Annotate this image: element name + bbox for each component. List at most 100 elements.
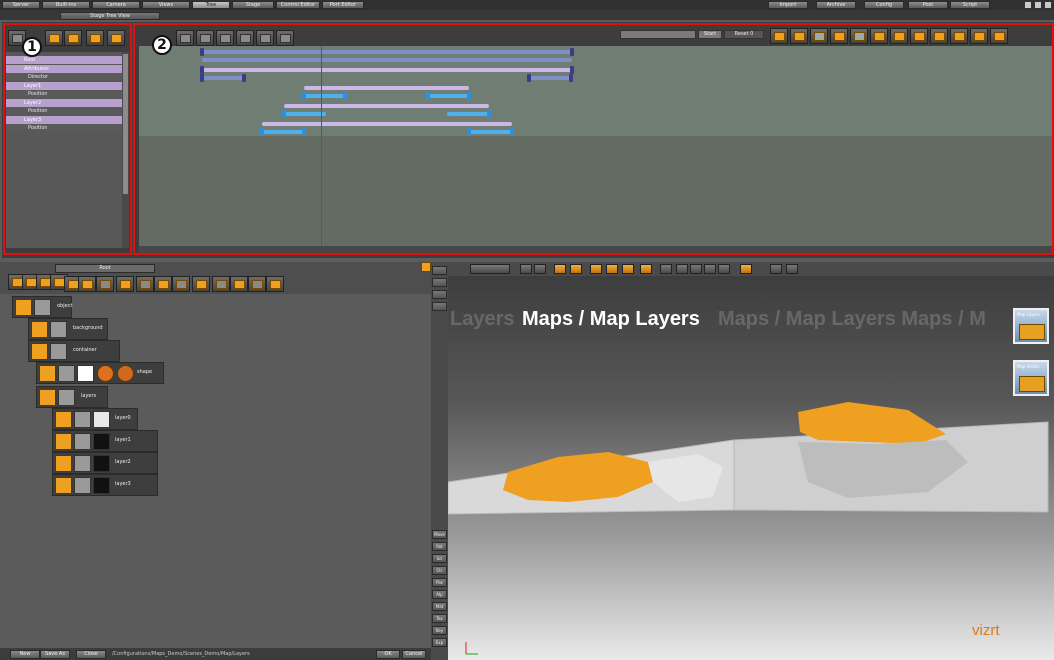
transform-icon	[74, 455, 91, 472]
render-tool-button-17[interactable]	[786, 264, 798, 274]
container-icon	[55, 477, 72, 494]
texture-icon	[93, 411, 110, 428]
texture-icon	[93, 433, 110, 450]
render-tool-button-14[interactable]	[718, 264, 730, 274]
menu-item-tree[interactable]: Tree	[192, 1, 230, 9]
render-tool-button-7[interactable]	[606, 264, 618, 274]
container-icon	[55, 411, 72, 428]
close-icon[interactable]	[1044, 1, 1052, 9]
scene-tool-button-14[interactable]	[230, 276, 248, 292]
ok-button[interactable]: OK	[376, 650, 400, 659]
side-tool-pos[interactable]: Pos	[432, 578, 447, 587]
render-tool-button-10[interactable]	[660, 264, 672, 274]
container-icon	[39, 365, 56, 382]
render-tool-button-12[interactable]	[690, 264, 702, 274]
texture-icon	[93, 455, 110, 472]
side-tool-top-4[interactable]	[432, 302, 447, 311]
stage-tab[interactable]: Stage Tree View	[60, 12, 160, 20]
scene-tool-button-16[interactable]	[266, 276, 284, 292]
menu-item-archive[interactable]: Archive	[816, 1, 856, 9]
scene-node-container[interactable]: container	[28, 340, 120, 362]
ghost-title-left: Layers	[450, 308, 515, 330]
scene-node-label: layers	[81, 393, 97, 399]
render-tool-button-6[interactable]	[590, 264, 602, 274]
scene-tool-button-7[interactable]	[96, 276, 114, 292]
render-tool-button-15[interactable]	[740, 264, 752, 274]
menu-item-server[interactable]: Server	[2, 1, 40, 9]
render-tool-button-11[interactable]	[676, 264, 688, 274]
scene-tool-button-12[interactable]	[192, 276, 210, 292]
highlight-box-stage-tree	[3, 23, 132, 255]
side-tool-top-3[interactable]	[432, 290, 447, 299]
side-tool-move[interactable]: Move	[432, 530, 447, 539]
map-layers-thumbnail[interactable]: Map Layers	[1013, 308, 1049, 344]
side-tool-alp[interactable]: Alp	[432, 590, 447, 599]
side-tool-exp[interactable]: Exp	[432, 638, 447, 647]
menu-item-stage[interactable]: Stage	[232, 1, 274, 9]
container-icon	[55, 433, 72, 450]
side-tool-tex[interactable]: Tex	[432, 614, 447, 623]
render-tool-button-16[interactable]	[770, 264, 782, 274]
scene-node-layer1[interactable]: layer1	[52, 430, 158, 452]
render-tool-button-4[interactable]	[554, 264, 566, 274]
callout-badge-2: 2	[152, 35, 172, 55]
scene-node-layer0[interactable]: layer0	[52, 408, 138, 430]
scene-tool-button-8[interactable]	[116, 276, 134, 292]
highlight-box-timeline	[133, 23, 1054, 255]
menu-item-camera[interactable]: Camera	[92, 1, 140, 9]
scene-node-object[interactable]: object	[12, 296, 72, 318]
save-as-button[interactable]: Save As	[40, 650, 70, 659]
side-tool-key[interactable]: Key	[432, 626, 447, 635]
menu-item-built-ins[interactable]: Built-ins	[42, 1, 90, 9]
side-tool-top-1[interactable]	[432, 266, 447, 275]
maximize-icon[interactable]	[1034, 1, 1042, 9]
new-button[interactable]: New	[10, 650, 40, 659]
scene-node-layer2[interactable]: layer2	[52, 452, 158, 474]
scene-tool-button-9[interactable]	[136, 276, 154, 292]
scene-tool-button-6[interactable]	[78, 276, 96, 292]
scene-tool-button-13[interactable]	[212, 276, 230, 292]
render-tool-button-13[interactable]	[704, 264, 716, 274]
render-tool-button-2[interactable]	[520, 264, 532, 274]
material-icon	[117, 365, 134, 382]
side-tool-scl[interactable]: Scl	[432, 554, 447, 563]
scene-root-dropdown[interactable]: Root	[55, 264, 155, 273]
close-button[interactable]: Close	[76, 650, 106, 659]
map-vector-thumbnail[interactable]: Map Vector	[1013, 360, 1049, 396]
menu-item-import[interactable]: Import	[768, 1, 808, 9]
menu-item-post[interactable]: Post	[908, 1, 948, 9]
scene-node-shape[interactable]: shape	[36, 362, 164, 384]
render-tool-button-5[interactable]	[570, 264, 582, 274]
minimize-icon[interactable]	[1024, 1, 1032, 9]
scene-node-background[interactable]: background	[28, 318, 108, 340]
side-tool-mat[interactable]: Mat	[432, 602, 447, 611]
scene-path: /Configurations/Maps_Demo/Scenes_Demo/Ma…	[112, 651, 250, 657]
cancel-button[interactable]: Cancel	[402, 650, 426, 659]
menu-item-views[interactable]: Views	[142, 1, 190, 9]
render-tool-button-1[interactable]	[470, 264, 510, 274]
thumbnail-label: Map Layers	[1017, 312, 1040, 317]
ghost-title-right: Maps / Map Layers Maps / M	[718, 308, 986, 330]
menu-item-config[interactable]: Config	[864, 1, 904, 9]
scene-tool-button-10[interactable]	[154, 276, 172, 292]
menu-item-script[interactable]: Script	[950, 1, 990, 9]
scene-tool-button-15[interactable]	[248, 276, 266, 292]
scene-tool-button-11[interactable]	[172, 276, 190, 292]
scene-node-layer3[interactable]: layer3	[52, 474, 158, 496]
container-icon	[31, 321, 48, 338]
side-tool-top-2[interactable]	[432, 278, 447, 287]
scene-node-layers[interactable]: layers	[36, 386, 108, 408]
side-tool-rot[interactable]: Rot	[432, 542, 447, 551]
scene-node-label: layer3	[115, 481, 131, 487]
menu-item-port-editor[interactable]: Port Editor	[322, 1, 364, 9]
render-tool-button-9[interactable]	[640, 264, 652, 274]
render-tool-button-8[interactable]	[622, 264, 634, 274]
vizrt-logo: vizrt	[972, 622, 1000, 639]
editor-side-toolbar	[431, 262, 448, 660]
scene-warning-icon[interactable]	[421, 262, 431, 272]
render-tool-button-3[interactable]	[534, 264, 546, 274]
menu-item-control-editor[interactable]: Control Editor	[276, 1, 320, 9]
scene-tree-panel[interactable]: object background container shape layers laye…	[0, 294, 431, 644]
side-tool-ctr[interactable]: Ctr	[432, 566, 447, 575]
transform-icon	[34, 299, 51, 316]
